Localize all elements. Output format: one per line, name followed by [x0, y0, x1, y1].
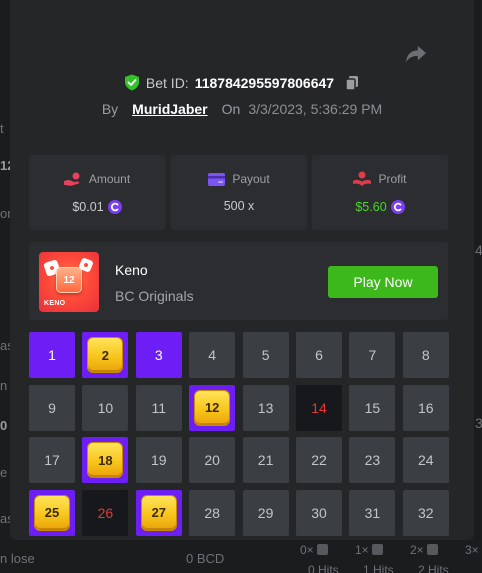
hand-person-icon [353, 171, 372, 186]
keno-cell-12: 12 [189, 384, 236, 431]
keno-cell-5: 5 [242, 332, 289, 378]
hit-tile: 25 [34, 494, 70, 531]
stat-amount: Amount $0.01 [29, 155, 165, 230]
keno-cell-31: 31 [349, 489, 396, 536]
bet-timestamp: 3/3/2023, 5:36:29 PM [248, 101, 383, 117]
keno-cell-17: 17 [29, 437, 75, 483]
by-label: By [101, 101, 119, 117]
hit-tile: 2 [87, 337, 124, 373]
square-icon [316, 544, 328, 555]
game-provider: BC Originals [115, 288, 194, 304]
username-link[interactable]: MuridJaber [132, 101, 207, 117]
stat-payout-value: 500 x [223, 199, 255, 213]
bg-fragment: n [0, 378, 8, 393]
hit-tile: 18 [87, 442, 124, 478]
square-icon [426, 544, 438, 555]
stat-payout: Payout 500 x [171, 155, 307, 230]
hit-counter: 1× 1 Hits [355, 543, 394, 573]
hit-tile: 12 [194, 389, 231, 426]
bg-fragment: 0 [0, 418, 8, 433]
stat-profit: Profit $5.60 [312, 155, 448, 230]
bet-id-value: 118784295597806647 [194, 74, 335, 91]
keno-cell-9: 9 [29, 384, 75, 431]
bet-id-label: Bet ID: [145, 74, 189, 91]
hit-counter-hits: 2 Hits [418, 563, 449, 573]
hit-counter-label: 3× [465, 543, 479, 557]
bc-coin-icon [390, 200, 405, 214]
keno-cell-25: 25 [29, 489, 75, 536]
bet-detail-modal: Bet ID: 118784295597806647 By MuridJaber… [10, 0, 474, 540]
hit-counter-hits: 0 Hits [308, 563, 339, 573]
hand-coin-icon [63, 172, 80, 186]
hit-tile: 27 [140, 494, 177, 531]
keno-cell-18: 18 [82, 437, 129, 483]
card-icon [208, 172, 226, 186]
shield-check-icon [124, 74, 139, 91]
bg-fragment: 4 [475, 242, 482, 258]
author-line: By MuridJaber On 3/3/2023, 5:36:29 PM [10, 101, 474, 117]
thumbnail-tile: 12 [56, 267, 82, 293]
keno-cell-23: 23 [349, 437, 396, 483]
bc-coin-icon [107, 199, 122, 214]
hit-counter-label: 0× [300, 543, 314, 557]
bg-fragment: e [0, 465, 8, 480]
square-icon [371, 544, 383, 555]
hit-counter: 2× 2 Hits [410, 543, 449, 573]
keno-cell-7: 7 [349, 332, 396, 378]
keno-cell-11: 11 [135, 384, 182, 431]
thumbnail-label: KENO [44, 300, 66, 307]
hit-counter: 0× 0 Hits [300, 543, 339, 573]
keno-cell-21: 21 [242, 437, 289, 483]
hit-counter-hits: 1 Hits [363, 563, 394, 573]
bg-fragment: t [0, 121, 4, 136]
on-label: On [221, 101, 241, 117]
keno-cell-26: 26 [82, 489, 129, 536]
keno-cell-20: 20 [189, 437, 236, 483]
keno-cell-19: 19 [135, 437, 182, 483]
game-card: 12 KENO Keno BC Originals Play Now [29, 242, 448, 320]
keno-cell-30: 30 [296, 489, 342, 536]
stat-amount-value: $0.01 [72, 199, 104, 214]
hit-counter-label: 2× [410, 543, 424, 557]
bg-lose-text: n lose [0, 551, 35, 566]
hit-counter-label: 1× [355, 543, 369, 557]
copy-icon[interactable] [344, 75, 360, 91]
game-name: Keno [115, 262, 148, 278]
keno-cell-6: 6 [296, 332, 342, 378]
bet-id-line: Bet ID: 118784295597806647 [10, 74, 474, 91]
keno-cell-1: 1 [29, 332, 75, 378]
keno-cell-32: 32 [402, 489, 449, 536]
stat-profit-value: $5.60 [355, 200, 387, 214]
keno-cell-4: 4 [189, 332, 236, 378]
stat-amount-label: Amount [88, 172, 131, 186]
share-icon[interactable] [405, 44, 427, 64]
stat-profit-label: Profit [378, 172, 407, 186]
keno-cell-27: 27 [135, 489, 182, 536]
game-thumbnail: 12 KENO [39, 252, 99, 312]
keno-cell-28: 28 [189, 489, 236, 536]
keno-cell-29: 29 [242, 489, 289, 536]
keno-cell-16: 16 [402, 384, 449, 431]
keno-cell-15: 15 [349, 384, 396, 431]
stat-payout-label: Payout [232, 172, 270, 186]
keno-cell-10: 10 [82, 384, 129, 431]
play-now-button[interactable]: Play Now [328, 266, 438, 298]
keno-cell-24: 24 [402, 437, 449, 483]
keno-cell-8: 8 [402, 332, 449, 378]
keno-cell-2: 2 [82, 332, 129, 378]
bg-fragment: 3 [475, 415, 482, 431]
hit-counter: 3× [465, 543, 482, 563]
keno-cell-14: 14 [296, 384, 342, 431]
bg-balance-text: 0 BCD [186, 551, 225, 566]
keno-cell-22: 22 [296, 437, 342, 483]
keno-cell-13: 13 [242, 384, 289, 431]
keno-cell-3: 3 [135, 332, 182, 378]
